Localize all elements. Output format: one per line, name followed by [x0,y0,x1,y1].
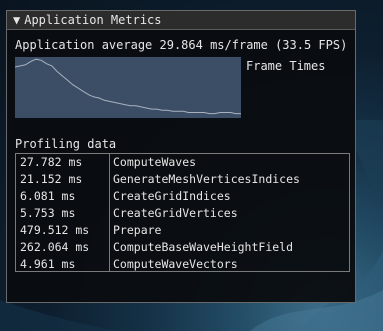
table-row[interactable]: 21.152 ms GenerateMeshVerticesIndices [16,171,349,188]
row-function-name: CreateGridVertices [113,206,238,220]
row-time: 4.961 ms [20,257,76,271]
row-time: 6.081 ms [20,189,76,203]
row-function-name: Prepare [113,223,162,237]
row-time: 479.512 ms [20,223,90,237]
frame-times-plot[interactable] [15,57,241,118]
table-row[interactable]: 479.512 ms Prepare [16,222,349,239]
frame-times-series-line [15,58,241,115]
table-row[interactable]: 5.753 ms CreateGridVertices [16,205,349,222]
table-row[interactable]: 27.782 ms ComputeWaves [16,154,349,171]
table-row[interactable]: 262.064 ms ComputeBaseWaveHeightField [16,239,349,256]
row-function-name: CreateGridIndices [113,189,231,203]
application-metrics-window: ▼ Application Metrics Application average… [6,10,356,303]
row-time: 27.782 ms [20,155,83,169]
table-row[interactable]: 4.961 ms ComputeWaveVectors [16,256,349,273]
profiling-table: 27.782 ms ComputeWaves 21.152 ms GenerateMe… [15,153,350,272]
row-time: 262.064 ms [20,240,90,254]
row-time: 5.753 ms [20,206,76,220]
row-function-name: GenerateMeshVerticesIndices [113,172,300,186]
table-row[interactable]: 6.081 ms CreateGridIndices [16,188,349,205]
row-function-name: ComputeWaves [113,155,197,169]
row-time: 21.152 ms [20,172,83,186]
window-title-bar[interactable]: ▼ Application Metrics [7,11,355,30]
collapse-arrow-icon[interactable]: ▼ [13,11,20,29]
row-function-name: ComputeBaseWaveHeightField [113,240,294,254]
row-function-name: ComputeWaveVectors [113,257,238,271]
profiling-data-label: Profiling data [15,137,117,151]
ocean-viewport: ▼ Application Metrics Application average… [0,0,383,331]
window-title: Application Metrics [24,13,162,27]
average-frame-time-text: Application average 29.864 ms/frame (33.… [15,38,348,52]
frame-times-label: Frame Times [246,59,326,73]
frame-times-plot-svg [15,58,241,115]
